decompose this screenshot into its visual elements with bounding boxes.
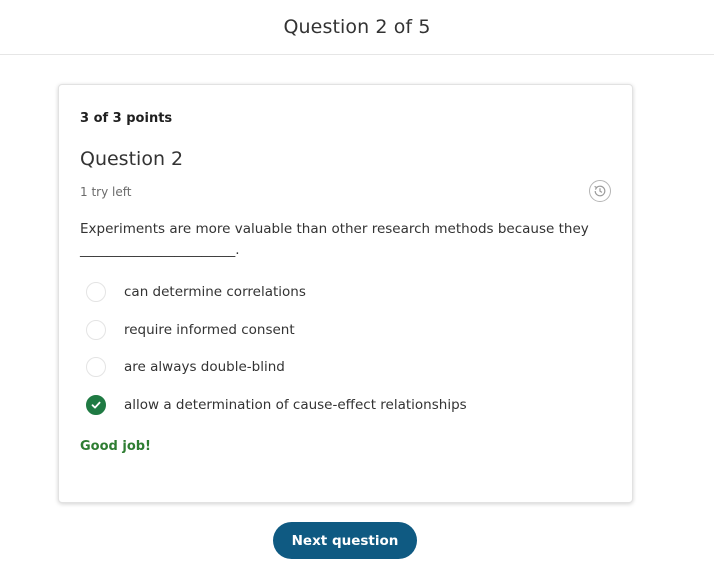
- page-header: Question 2 of 5: [0, 0, 714, 55]
- answer-option-label: require informed consent: [124, 322, 295, 338]
- answer-option-label: can determine correlations: [124, 284, 306, 300]
- answer-option[interactable]: can determine correlations: [86, 281, 606, 303]
- radio-button[interactable]: [86, 282, 106, 302]
- answer-option-label: are always double-blind: [124, 359, 285, 375]
- page-title: Question 2 of 5: [283, 16, 431, 38]
- radio-button[interactable]: [86, 357, 106, 377]
- next-question-button[interactable]: Next question: [273, 522, 417, 559]
- history-icon[interactable]: [589, 180, 611, 202]
- prompt-blank: _______________________.: [80, 242, 240, 258]
- answer-option[interactable]: are always double-blind: [86, 356, 606, 378]
- prompt-text: Experiments are more valuable than other…: [80, 221, 589, 237]
- feedback-message: Good job!: [80, 439, 151, 454]
- answer-option[interactable]: require informed consent: [86, 319, 606, 341]
- checkmark-icon[interactable]: [86, 395, 106, 415]
- points-score: 3 of 3 points: [80, 111, 173, 126]
- question-card: 3 of 3 points Question 2 1 try left Expe…: [58, 84, 633, 503]
- history-icon-glyph: [594, 185, 606, 197]
- radio-button[interactable]: [86, 320, 106, 340]
- question-title: Question 2: [80, 148, 184, 170]
- answer-option-selected[interactable]: allow a determination of cause-effect re…: [86, 394, 606, 416]
- question-prompt: Experiments are more valuable than other…: [80, 219, 610, 261]
- tries-left-text: 1 try left: [80, 185, 132, 199]
- checkmark-glyph: [91, 401, 101, 409]
- answer-option-label: allow a determination of cause-effect re…: [124, 397, 467, 413]
